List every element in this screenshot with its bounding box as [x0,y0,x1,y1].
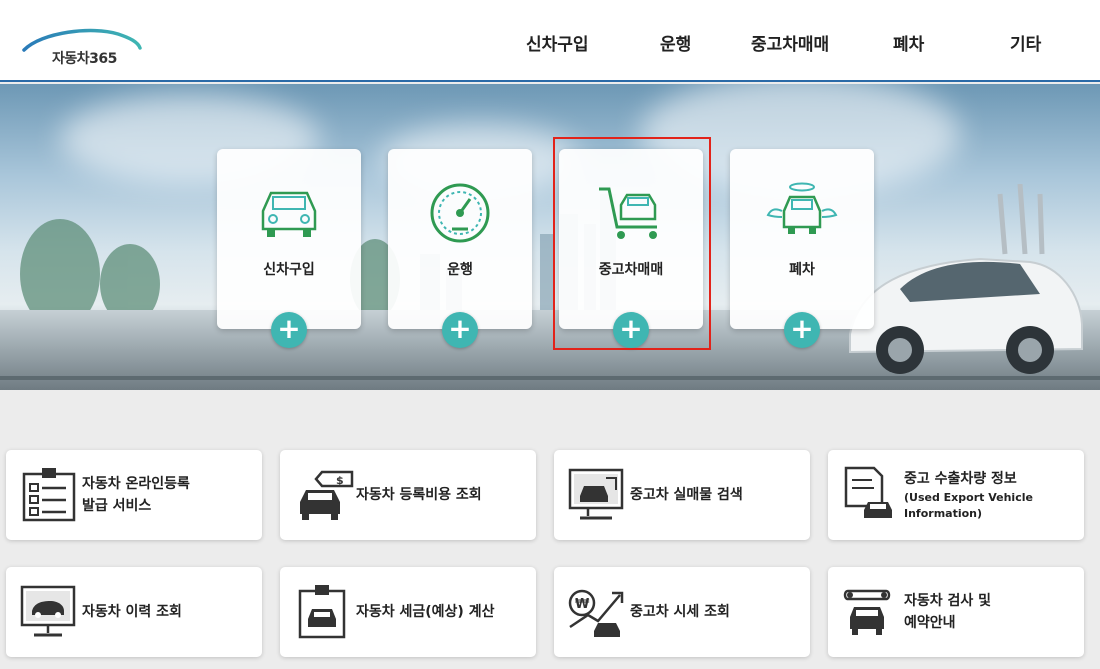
card-label: 중고차매매 [598,262,664,278]
service-subtitle: (Used Export Vehicle Information) [904,491,1033,520]
plus-button-driving[interactable]: + [442,312,478,348]
service-registration-cost[interactable]: $ 자동차 등록비용 조회 [280,450,536,540]
nav-driving[interactable]: 운행 [660,30,691,55]
speedometer-icon [430,183,490,243]
car-price-tag-icon: $ [300,470,354,520]
nav-scrap[interactable]: 폐차 [893,30,924,55]
tax-car-icon [298,585,346,639]
service-market-price[interactable]: ₩ 중고차 시세 조회 [554,567,810,657]
monitor-car-icon [568,468,624,520]
card-label: 신차구입 [263,262,315,278]
main-nav: 신차구입 운행 중고차매매 폐차 기타 [0,30,1100,55]
cart-car-icon [599,187,657,239]
plus-button-used-car[interactable]: + [613,312,649,348]
nav-used-car[interactable]: 중고차매매 [751,30,829,55]
card-new-car[interactable]: 신차구입 [217,149,361,329]
card-label: 운행 [447,262,473,278]
service-inspection[interactable]: 자동차 검사 및 예약안내 [828,567,1084,657]
nav-new-car[interactable]: 신차구입 [526,30,589,55]
clipboard-checklist-icon [22,468,76,522]
service-tax-calc[interactable]: 자동차 세금(예상) 계산 [280,567,536,657]
service-title: 중고 수출차량 정보 [904,471,1017,487]
service-title-line2: 예약안내 [904,615,956,631]
card-label: 폐차 [789,262,815,278]
card-scrap[interactable]: 폐차 [730,149,874,329]
service-title: 중고차 실매물 검색 [630,487,743,503]
service-title: 자동차 세금(예상) 계산 [356,604,495,620]
angel-car-icon [766,182,838,234]
service-used-car-search[interactable]: 중고차 실매물 검색 [554,450,810,540]
svg-text:$: $ [336,474,344,487]
service-title: 중고차 시세 조회 [630,604,730,620]
service-title: 자동차 검사 및 [904,593,992,609]
monitor-history-icon [20,585,76,637]
svg-text:₩: ₩ [575,597,590,612]
service-title: 자동차 등록비용 조회 [356,487,482,503]
service-title: 자동차 이력 조회 [82,604,182,620]
plus-button-new-car[interactable]: + [271,312,307,348]
card-driving[interactable]: 운행 [388,149,532,329]
nav-etc[interactable]: 기타 [1010,30,1041,55]
header: 자동차365 신차구입 운행 중고차매매 폐차 기타 [0,0,1100,82]
service-export-info[interactable]: 중고 수출차량 정보 (Used Export Vehicle Informat… [828,450,1084,540]
service-title: 자동차 온라인등록 [82,476,190,492]
won-trend-car-icon: ₩ [568,589,624,637]
service-history-check[interactable]: 자동차 이력 조회 [6,567,262,657]
document-car-icon [844,466,892,518]
service-title-line2: 발급 서비스 [82,498,152,514]
service-online-registration[interactable]: 자동차 온라인등록 발급 서비스 [6,450,262,540]
hero-banner: 신차구입 운행 중고차매매 폐차 + + + + [0,84,1100,390]
plus-button-scrap[interactable]: + [784,312,820,348]
car-icon [261,191,317,237]
card-used-car[interactable]: 중고차매매 [559,149,703,329]
wrench-car-icon [843,589,891,635]
